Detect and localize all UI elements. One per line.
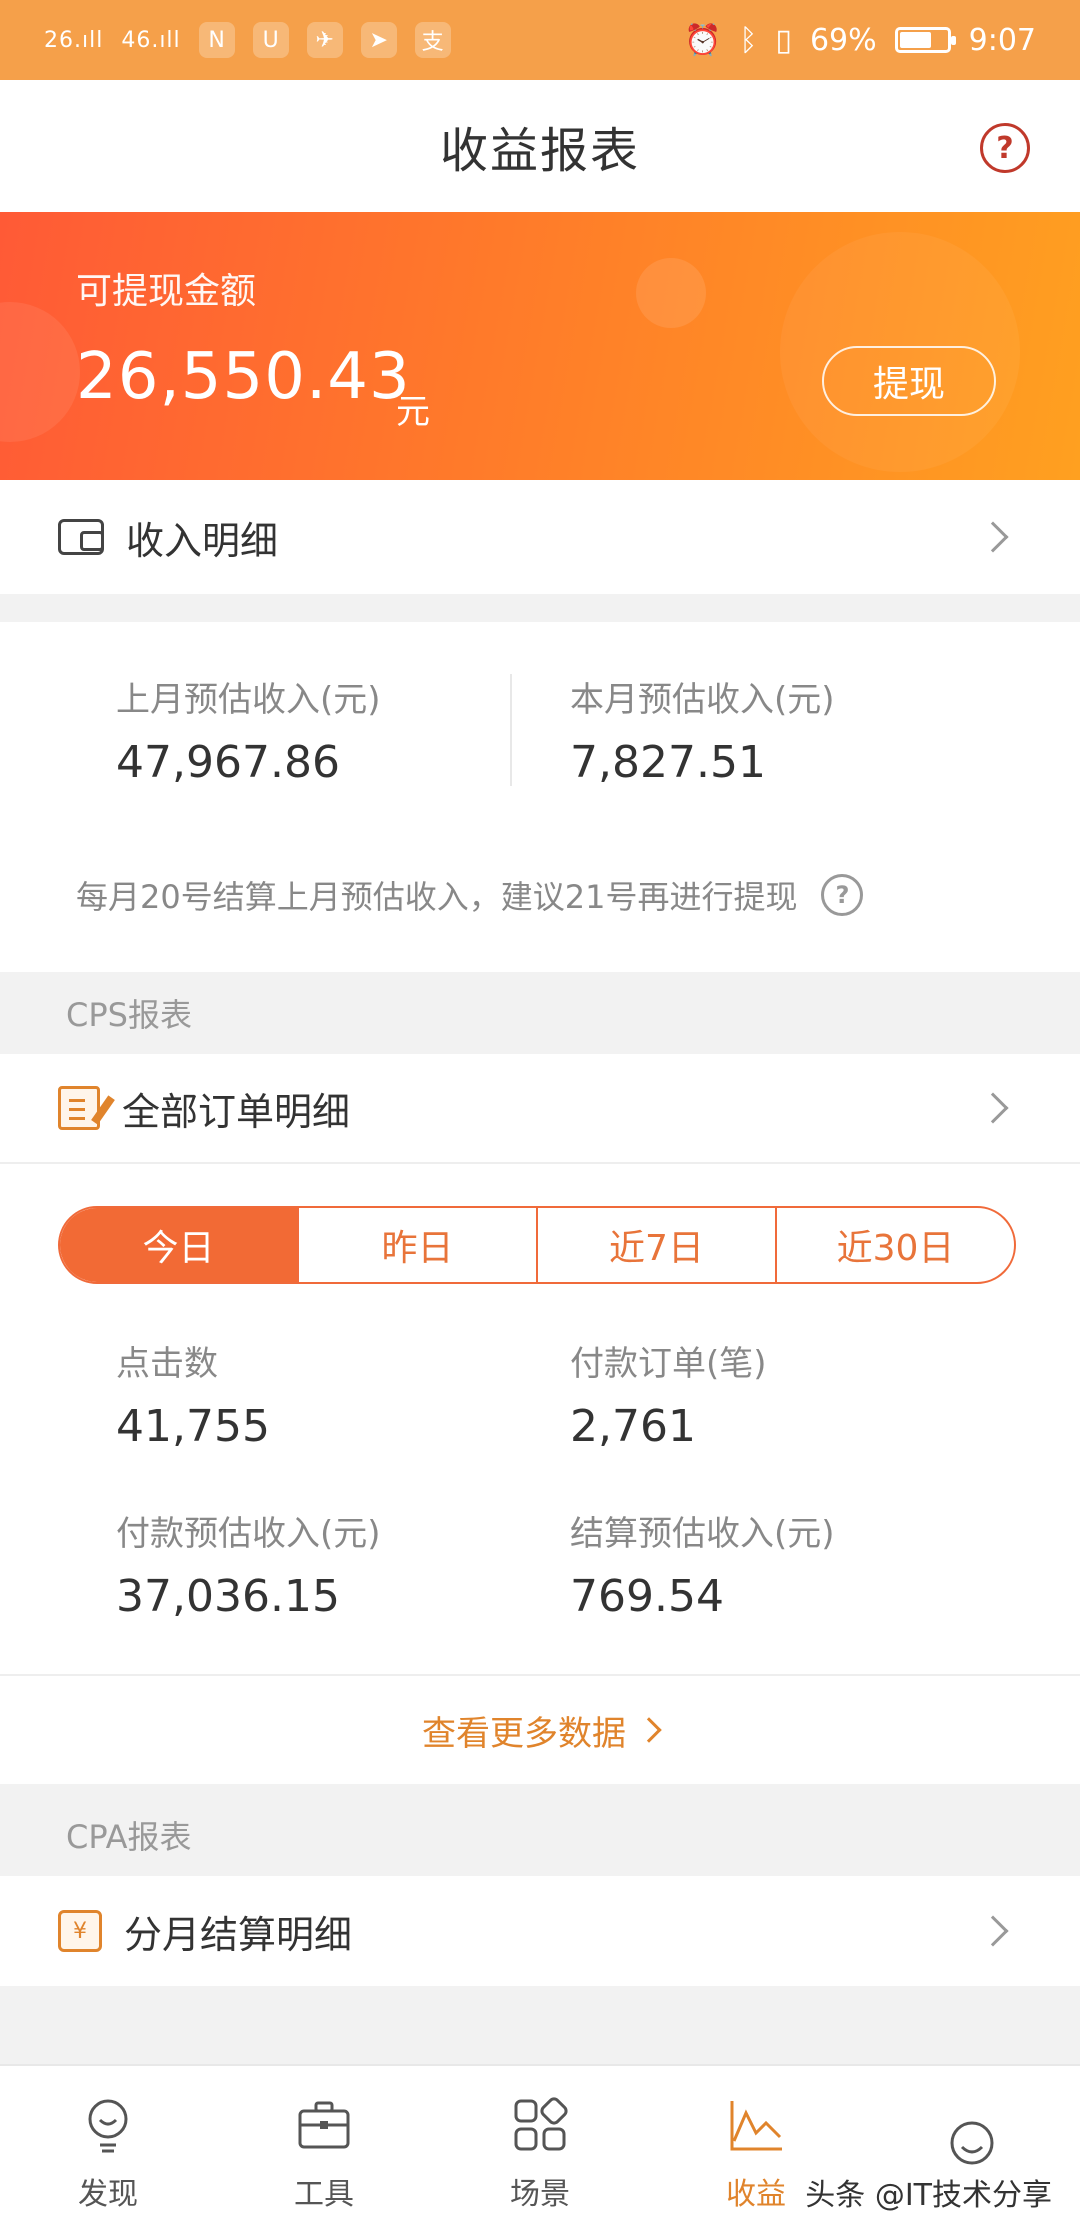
monthly-settlement-label: 分月结算明细 — [124, 1912, 353, 1957]
battery-percent: 69% — [809, 22, 877, 58]
this-month-value: 7,827.51 — [570, 737, 766, 788]
signal-indicator-2: 46.ıll — [121, 27, 181, 53]
this-month-estimate: 本月预估收入(元) 7,827.51 — [570, 672, 835, 788]
alarm-icon: ⏰ — [684, 22, 722, 58]
status-right: ⏰ ᛒ ▯ 69% 9:07 — [684, 23, 1036, 58]
paid-income-label: 付款预估收入(元) — [116, 1514, 381, 1554]
briefcase-icon — [298, 2101, 350, 2149]
withdraw-button[interactable]: 提现 — [822, 346, 996, 416]
paid-income-metric: 付款预估收入(元) 37,036.15 — [116, 1506, 381, 1622]
balance-unit: 元 — [396, 392, 430, 432]
battery-fill — [899, 32, 932, 48]
chevron-right-icon — [636, 1717, 662, 1743]
this-month-label: 本月预估收入(元) — [570, 680, 835, 720]
status-left: 26.ıll 46.ıll N U ✈ ➤ 支 — [44, 22, 451, 58]
clicks-metric: 点击数 41,755 — [116, 1336, 270, 1452]
battery-icon — [894, 27, 956, 53]
tab-earnings-label: 收益 — [726, 2177, 786, 2212]
chart-icon — [730, 2101, 782, 2151]
last-month-value: 47,967.86 — [116, 737, 340, 788]
last-month-estimate: 上月预估收入(元) 47,967.86 — [116, 672, 381, 788]
settlement-note: 每月20号结算上月预估收入，建议21号再进行提现 ? — [76, 872, 864, 918]
settled-income-label: 结算预估收入(元) — [570, 1514, 835, 1554]
income-detail-row[interactable]: 收入明细 — [0, 480, 1080, 594]
bottom-tab-bar: 发现 工具 场景 收益 头条 @IT技术分享 — [0, 2064, 1080, 2240]
view-more-data-label: 查看更多数据 — [422, 1713, 626, 1754]
app-notification-icon: U — [252, 22, 289, 58]
bird-app-icon: ✈ — [306, 22, 343, 58]
monthly-settlement-row[interactable]: ¥ 分月结算明细 — [0, 1876, 1080, 1986]
income-detail-label: 收入明细 — [126, 518, 279, 563]
clicks-label: 点击数 — [116, 1344, 218, 1384]
tab-discover-label: 发现 — [78, 2177, 138, 2212]
view-more-data-link[interactable]: 查看更多数据 — [0, 1674, 1080, 1784]
balance-label: 可提现金额 — [76, 271, 257, 312]
grid-icon — [514, 2097, 568, 2151]
tab-tools[interactable]: 工具 — [216, 2066, 432, 2240]
cps-section-title: CPS报表 — [0, 972, 1080, 1054]
all-orders-label: 全部订单明细 — [122, 1089, 351, 1134]
page-title: 收益报表 — [439, 123, 640, 179]
tab-tools-label: 工具 — [294, 2177, 354, 2212]
cps-report-panel: 今日 昨日 近7日 近30日 点击数 41,755 付款订单(笔) 2,761 … — [0, 1164, 1080, 1784]
estimates-panel: 上月预估收入(元) 47,967.86 本月预估收入(元) 7,827.51 每… — [0, 622, 1080, 972]
divider — [510, 674, 512, 786]
date-range-tabs: 今日 昨日 近7日 近30日 — [58, 1206, 1016, 1284]
nfc-icon: N — [198, 22, 235, 58]
tab-last-7-days[interactable]: 近7日 — [536, 1208, 775, 1282]
tab-last-30-days[interactable]: 近30日 — [775, 1208, 1014, 1282]
status-bar: 26.ıll 46.ıll N U ✈ ➤ 支 ⏰ ᛒ ▯ 69% 9:07 — [0, 0, 1080, 80]
clicks-value: 41,755 — [116, 1401, 270, 1452]
tab-yesterday[interactable]: 昨日 — [297, 1208, 536, 1282]
settled-income-value: 769.54 — [570, 1571, 724, 1622]
settled-income-metric: 结算预估收入(元) 769.54 — [570, 1506, 835, 1622]
bluetooth-icon: ᛒ — [739, 22, 758, 58]
bill-icon: ¥ — [58, 1910, 102, 1952]
balance-card: 可提现金额 26,550.43 元 提现 — [0, 212, 1080, 480]
paid-orders-metric: 付款订单(笔) 2,761 — [570, 1336, 767, 1452]
watermark: 头条 @IT技术分享 — [799, 2168, 1058, 2216]
help-icon[interactable]: ? — [821, 874, 864, 916]
decor-clock-icon — [636, 258, 706, 328]
edit-document-icon — [58, 1086, 100, 1130]
paid-orders-value: 2,761 — [570, 1401, 696, 1452]
paid-income-value: 37,036.15 — [116, 1571, 340, 1622]
balance-amount: 26,550.43 — [76, 340, 411, 414]
alipay-icon: 支 — [414, 22, 451, 58]
decor-circle — [0, 302, 80, 442]
vibrate-icon: ▯ — [775, 22, 792, 58]
chevron-right-icon — [977, 1915, 1009, 1947]
wallet-icon — [58, 519, 104, 555]
chevron-right-icon — [977, 521, 1009, 553]
tab-scenes[interactable]: 场景 — [432, 2066, 648, 2240]
paid-orders-label: 付款订单(笔) — [570, 1344, 767, 1384]
bulb-icon — [88, 2099, 128, 2153]
chevron-right-icon — [977, 1092, 1009, 1124]
clock: 9:07 — [968, 22, 1036, 58]
header: 收益报表 ? — [0, 80, 1080, 212]
last-month-label: 上月预估收入(元) — [116, 680, 381, 720]
tab-today[interactable]: 今日 — [60, 1208, 297, 1282]
help-button[interactable]: ? — [980, 123, 1030, 173]
tab-discover[interactable]: 发现 — [0, 2066, 216, 2240]
settlement-note-text: 每月20号结算上月预估收入，建议21号再进行提现 — [76, 878, 798, 916]
tab-scenes-label: 场景 — [510, 2177, 570, 2212]
signal-indicator-1: 26.ıll — [44, 27, 104, 53]
all-orders-row[interactable]: 全部订单明细 — [0, 1054, 1080, 1164]
compass-app-icon: ➤ — [360, 22, 397, 58]
cpa-section-title: CPA报表 — [0, 1794, 1080, 1876]
